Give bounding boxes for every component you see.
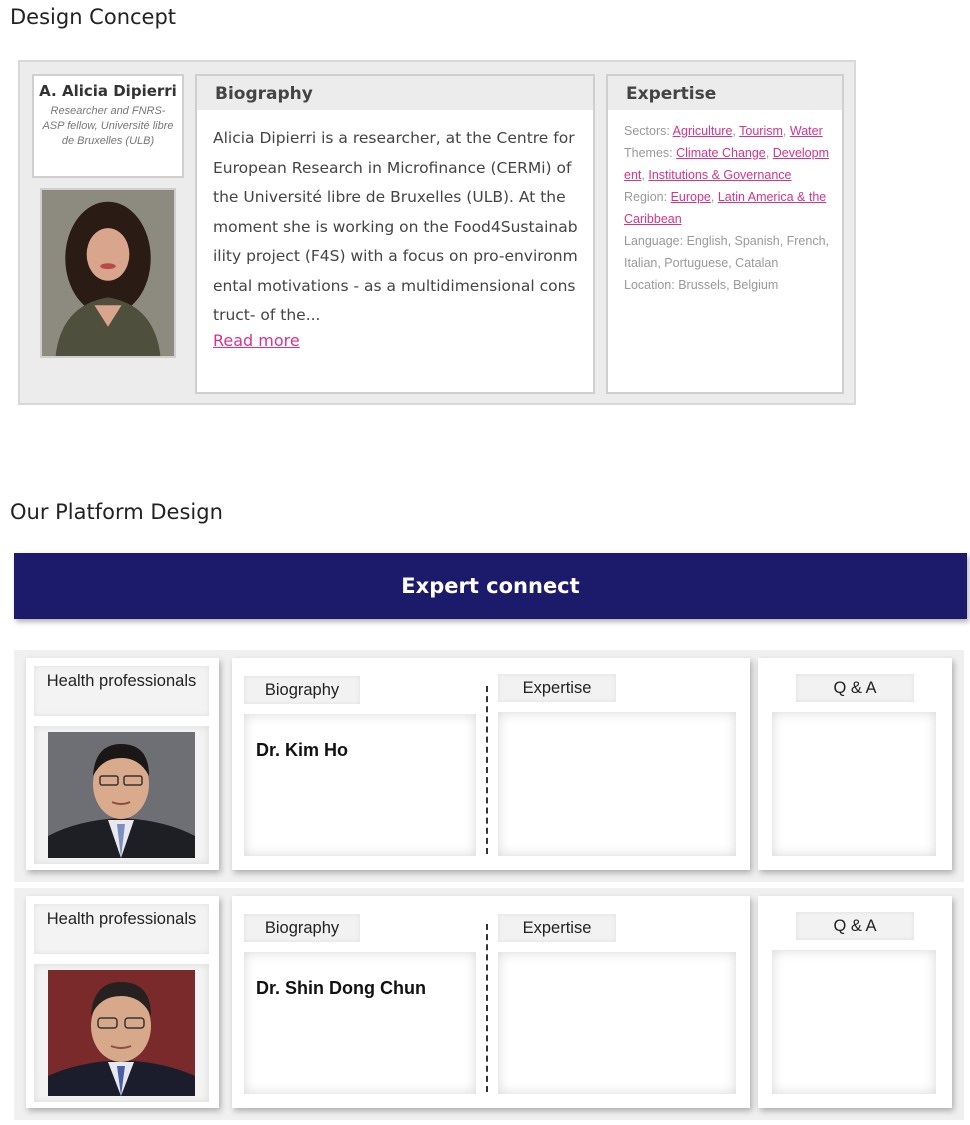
expertise-tab[interactable]: Expertise bbox=[498, 674, 616, 702]
qa-tab[interactable]: Q & A bbox=[796, 912, 914, 940]
doctor-name: Dr. Shin Dong Chun bbox=[256, 978, 426, 998]
expert-row: Health professionals Biography Dr. Kim H… bbox=[14, 650, 964, 882]
location-value: Brussels, Belgium bbox=[678, 278, 779, 292]
theme-link[interactable]: Climate Change bbox=[676, 146, 766, 160]
profile-photo bbox=[40, 188, 176, 358]
expertise-box bbox=[498, 952, 736, 1094]
expert-photo-frame bbox=[34, 726, 209, 864]
category-label: Health professionals bbox=[34, 904, 209, 954]
biography-panel: Biography Alicia Dipierri is a researche… bbox=[195, 74, 595, 394]
section-divider bbox=[486, 686, 488, 854]
profile-role: Researcher and FNRS-ASP fellow, Universi… bbox=[42, 105, 174, 147]
location-label: Location: bbox=[624, 278, 675, 292]
biography-text: Alicia Dipierri is a researcher, at the … bbox=[213, 129, 578, 324]
biography-expertise-card: Biography Dr. Kim Ho Expertise bbox=[232, 658, 750, 870]
expert-photo-frame bbox=[34, 964, 209, 1102]
profile-name-box: A. Alicia Dipierri Researcher and FNRS-A… bbox=[32, 74, 184, 178]
expert-photo-image bbox=[48, 732, 195, 858]
expert-row: Health professionals Biography Dr. Shin … bbox=[14, 888, 964, 1120]
region-label: Region: bbox=[624, 190, 668, 204]
platform-design-heading: Our Platform Design bbox=[10, 500, 223, 524]
qa-card: Q & A bbox=[758, 896, 952, 1108]
expert-photo bbox=[48, 970, 195, 1096]
biography-title: Biography bbox=[197, 76, 593, 110]
design-concept-card: A. Alicia Dipierri Researcher and FNRS-A… bbox=[18, 60, 856, 405]
biography-tab[interactable]: Biography bbox=[244, 676, 360, 704]
language-label: Language: bbox=[624, 234, 684, 248]
expertise-title: Expertise bbox=[608, 76, 842, 110]
expert-profile-card[interactable]: Health professionals bbox=[26, 658, 219, 870]
sector-link[interactable]: Agriculture bbox=[673, 124, 733, 138]
profile-name: A. Alicia Dipierri bbox=[39, 82, 177, 100]
sector-link[interactable]: Water bbox=[790, 124, 823, 138]
qa-tab[interactable]: Q & A bbox=[796, 674, 914, 702]
expertise-tab[interactable]: Expertise bbox=[498, 914, 616, 942]
qa-card: Q & A bbox=[758, 658, 952, 870]
section-divider bbox=[486, 924, 488, 1092]
expert-photo bbox=[48, 732, 195, 858]
sectors-label: Sectors: bbox=[624, 124, 670, 138]
category-label: Health professionals bbox=[34, 666, 209, 716]
profile-photo-image bbox=[42, 190, 174, 356]
doctor-name: Dr. Kim Ho bbox=[256, 740, 349, 760]
expert-profile-card[interactable]: Health professionals bbox=[26, 896, 219, 1108]
biography-expertise-card: Biography Dr. Shin Dong Chun Expertise bbox=[232, 896, 750, 1108]
expert-photo-image bbox=[48, 970, 195, 1096]
biography-box: Dr. Kim Ho bbox=[244, 714, 476, 856]
expertise-box bbox=[498, 712, 736, 856]
qa-box bbox=[772, 950, 936, 1094]
expertise-panel: Expertise Sectors: Agriculture, Tourism,… bbox=[606, 74, 844, 394]
theme-link[interactable]: Institutions & Governance bbox=[648, 168, 791, 182]
sector-link[interactable]: Tourism bbox=[739, 124, 783, 138]
region-link[interactable]: Europe bbox=[671, 190, 711, 204]
biography-box: Dr. Shin Dong Chun bbox=[244, 952, 476, 1094]
expert-connect-banner: Expert connect bbox=[14, 553, 967, 619]
read-more-link[interactable]: Read more bbox=[213, 331, 300, 350]
themes-label: Themes: bbox=[624, 146, 673, 160]
qa-box bbox=[772, 712, 936, 856]
biography-tab[interactable]: Biography bbox=[244, 914, 360, 942]
design-concept-heading: Design Concept bbox=[10, 5, 177, 29]
expertise-details: Sectors: Agriculture, Tourism, Water The… bbox=[624, 124, 830, 292]
